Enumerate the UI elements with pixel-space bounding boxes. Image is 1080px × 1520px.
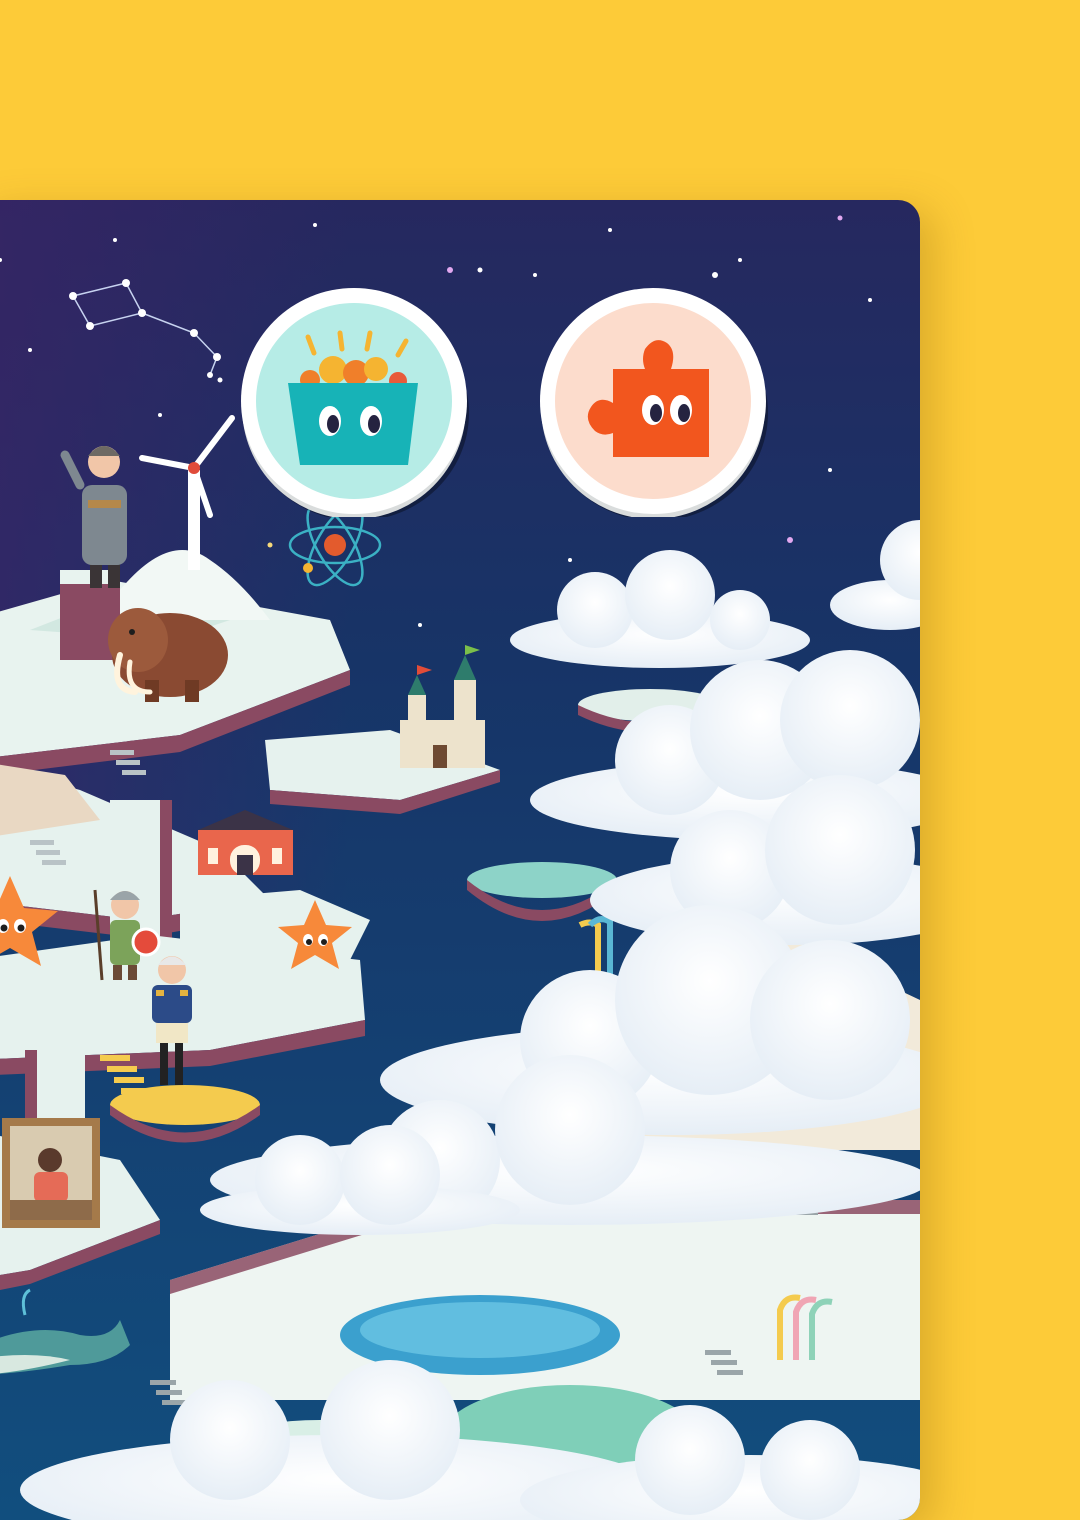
treasure-basket-icon — [241, 288, 469, 517]
puzzles-button[interactable] — [537, 285, 769, 517]
game-map-screen — [0, 200, 920, 1520]
puzzle-piece-icon — [540, 288, 768, 517]
framed-portrait — [2, 1118, 100, 1228]
collections-button[interactable] — [238, 285, 470, 517]
